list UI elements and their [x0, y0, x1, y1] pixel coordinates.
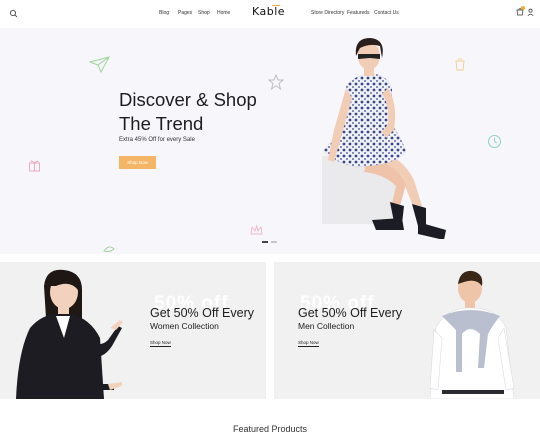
hero-banner: Discover & Shop The Trend Extra 45% Off …: [0, 28, 540, 254]
nav-item-featureds[interactable]: Featureds: [347, 10, 370, 16]
clock-doodle-icon: [488, 135, 501, 148]
site-header: Blog Pages Shop Home Kable Store Directo…: [0, 0, 540, 28]
crown-doodle-icon: [250, 225, 263, 235]
hero-shop-now-button[interactable]: Shop Now: [119, 156, 156, 169]
nav-item-shop[interactable]: Shop: [198, 10, 210, 16]
promo-subtitle: Men Collection: [298, 321, 355, 331]
hero-title-line-1: Discover & Shop: [119, 89, 257, 110]
slider-dot-1[interactable]: [262, 241, 268, 243]
promo-card-men[interactable]: 50% off Get 50% Off Every Men Collection…: [274, 262, 540, 399]
promo-subtitle: Women Collection: [150, 321, 219, 331]
promo-woman-image: [16, 269, 123, 399]
logo-accent: [272, 5, 280, 6]
slider-dot-2[interactable]: [271, 241, 277, 243]
promo-title: Get 50% Off Every: [298, 306, 402, 320]
search-icon[interactable]: [9, 9, 19, 19]
promo-shop-now-link[interactable]: Shop Now: [150, 340, 171, 347]
nav-item-store-directory[interactable]: Store Directory: [311, 10, 344, 16]
promo-man-image: [429, 270, 515, 399]
promo-title: Get 50% Off Every: [150, 306, 254, 320]
hero-title: Discover & Shop The Trend: [119, 88, 319, 136]
promo-shop-now-link[interactable]: Shop Now: [298, 340, 319, 347]
promo-card-women[interactable]: 50% off Get 50% Off Every Women Collecti…: [0, 262, 266, 399]
user-icon[interactable]: [527, 8, 534, 17]
hero-subtitle: Extra 45% Off for every Sale: [119, 137, 195, 143]
nav-item-pages[interactable]: Pages: [178, 10, 192, 16]
cart-badge: [521, 6, 525, 10]
nav-item-blog[interactable]: Blog: [159, 10, 169, 16]
leaf-doodle-icon: [103, 246, 115, 253]
gift-doodle-icon: [29, 160, 40, 172]
nav-item-home[interactable]: Home: [217, 10, 230, 16]
hero-model-image: [322, 38, 446, 239]
site-logo[interactable]: Kable: [252, 5, 285, 18]
hero-title-line-2: The Trend: [119, 113, 204, 134]
paper-plane-doodle-icon: [89, 56, 110, 74]
featured-products-heading: Featured Products: [232, 424, 308, 432]
nav-item-contact-us[interactable]: Contact Us: [374, 10, 399, 16]
